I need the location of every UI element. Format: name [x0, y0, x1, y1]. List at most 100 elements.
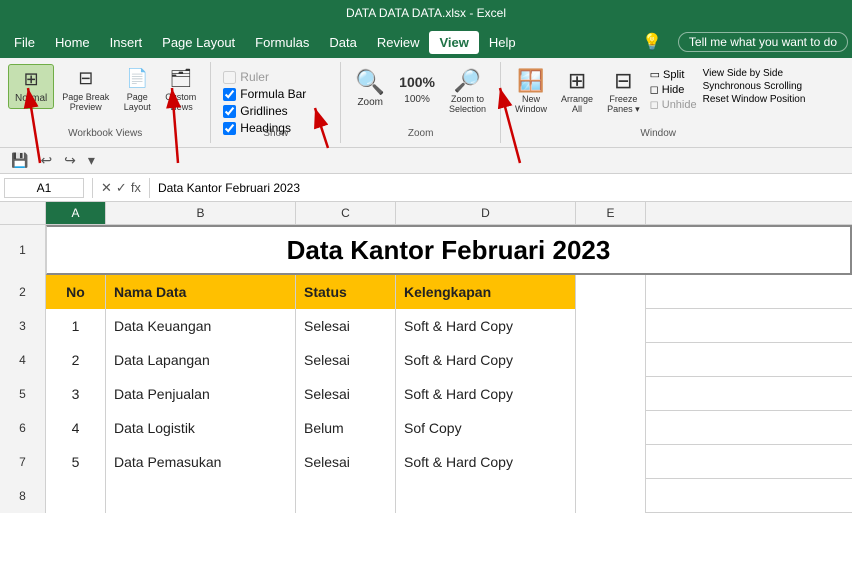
name-box[interactable] — [4, 178, 84, 198]
normal-button[interactable]: ⊞ Normal — [8, 64, 54, 109]
cell-a4[interactable]: 2 — [46, 343, 106, 377]
tell-me-box[interactable]: Tell me what you want to do — [678, 32, 848, 52]
menu-data[interactable]: Data — [319, 31, 366, 54]
page-layout-button[interactable]: 📄 PageLayout — [117, 64, 157, 116]
menu-home[interactable]: Home — [45, 31, 100, 54]
cell-c5[interactable]: Selesai — [296, 377, 396, 411]
formula-bar-check[interactable]: Formula Bar — [223, 87, 306, 101]
arrange-all-button[interactable]: ⊞ ArrangeAll — [555, 64, 599, 118]
zoom-selection-label: Zoom toSelection — [449, 94, 486, 114]
menu-review[interactable]: Review — [367, 31, 430, 54]
menu-page-layout[interactable]: Page Layout — [152, 31, 245, 54]
cell-c8[interactable] — [296, 479, 396, 513]
cell-a2[interactable]: No — [46, 275, 106, 309]
row-num-6: 6 — [0, 411, 46, 445]
zoom-label: Zoom — [408, 128, 434, 139]
cell-b6[interactable]: Data Logistik — [106, 411, 296, 445]
cell-b2[interactable]: Nama Data — [106, 275, 296, 309]
cell-e6[interactable] — [576, 411, 646, 445]
reset-window-button[interactable]: Reset Window Position — [703, 94, 806, 105]
formula-input[interactable] — [154, 179, 852, 197]
insert-function-button[interactable]: fx — [131, 180, 141, 196]
menu-file[interactable]: File — [4, 31, 45, 54]
freeze-panes-button[interactable]: ⊟ FreezePanes ▾ — [601, 64, 646, 119]
row-4: 4 2 Data Lapangan Selesai Soft & Hard Co… — [0, 343, 852, 377]
formula-bar-label: Formula Bar — [240, 87, 306, 101]
row-num-1: 1 — [0, 225, 46, 275]
cell-e5[interactable] — [576, 377, 646, 411]
col-header-d[interactable]: D — [396, 202, 576, 224]
confirm-formula-button[interactable]: ✓ — [116, 180, 127, 196]
cell-a5[interactable]: 3 — [46, 377, 106, 411]
cell-e8[interactable] — [576, 479, 646, 513]
cell-d2[interactable]: Kelengkapan — [396, 275, 576, 309]
ruler-check[interactable]: Ruler — [223, 70, 306, 84]
unhide-button[interactable]: ◻ Unhide — [650, 98, 697, 111]
cell-c4[interactable]: Selesai — [296, 343, 396, 377]
cell-b5[interactable]: Data Penjualan — [106, 377, 296, 411]
undo-button[interactable]: ↩ — [37, 151, 55, 170]
cell-c2[interactable]: Status — [296, 275, 396, 309]
zoom-button[interactable]: 🔍 Zoom — [349, 64, 391, 112]
col-header-b[interactable]: B — [106, 202, 296, 224]
col-header-e[interactable]: E — [576, 202, 646, 224]
ruler-checkbox[interactable] — [223, 71, 236, 84]
gridlines-checkbox[interactable] — [223, 105, 236, 118]
cell-a6[interactable]: 4 — [46, 411, 106, 445]
custom-views-label: CustomViews — [165, 92, 196, 112]
cell-d5[interactable]: Soft & Hard Copy — [396, 377, 576, 411]
cell-a8[interactable] — [46, 479, 106, 513]
headings-checkbox[interactable] — [223, 122, 236, 135]
cell-d3[interactable]: Soft & Hard Copy — [396, 309, 576, 343]
cell-a7[interactable]: 5 — [46, 445, 106, 479]
menu-view[interactable]: View — [429, 31, 478, 54]
custom-views-button[interactable]: 🗂 CustomViews — [159, 64, 202, 116]
customize-qa-button[interactable]: ▾ — [85, 151, 98, 170]
cell-d7[interactable]: Soft & Hard Copy — [396, 445, 576, 479]
cell-e4[interactable] — [576, 343, 646, 377]
split-button[interactable]: ▭ Split — [650, 68, 697, 81]
cell-b8[interactable] — [106, 479, 296, 513]
zoom-100-button[interactable]: 100% 100% — [393, 64, 441, 109]
gridlines-label: Gridlines — [240, 104, 287, 118]
row-5: 5 3 Data Penjualan Selesai Soft & Hard C… — [0, 377, 852, 411]
synchronous-button[interactable]: Synchronous Scrolling — [703, 81, 806, 92]
cell-d6[interactable]: Sof Copy — [396, 411, 576, 445]
merged-title-cell[interactable]: Data Kantor Februari 2023 — [46, 225, 852, 275]
tell-me-text: Tell me what you want to do — [689, 35, 837, 49]
formula-bar: ✕ ✓ fx — [0, 174, 852, 202]
redo-button[interactable]: ↪ — [61, 151, 79, 170]
gridlines-check[interactable]: Gridlines — [223, 104, 306, 118]
cancel-formula-button[interactable]: ✕ — [101, 180, 112, 196]
cell-d8[interactable] — [396, 479, 576, 513]
page-break-button[interactable]: ⊟ Page BreakPreview — [56, 64, 115, 116]
new-window-button[interactable]: 🪟 NewWindow — [509, 64, 553, 118]
cell-a3[interactable]: 1 — [46, 309, 106, 343]
custom-views-icon: 🗂 — [169, 68, 192, 90]
cell-e3[interactable] — [576, 309, 646, 343]
hide-button[interactable]: ◻ Hide — [650, 83, 697, 96]
cell-d4[interactable]: Soft & Hard Copy — [396, 343, 576, 377]
menu-insert[interactable]: Insert — [100, 31, 153, 54]
cell-b7[interactable]: Data Pemasukan — [106, 445, 296, 479]
view-side-button[interactable]: View Side by Side — [703, 68, 806, 79]
workbook-views-group: ⊞ Normal ⊟ Page BreakPreview 📄 PageLayou… — [0, 62, 211, 143]
formula-bar-checkbox[interactable] — [223, 88, 236, 101]
cell-e2[interactable] — [576, 275, 646, 309]
hide-icon: ◻ — [650, 83, 659, 96]
save-button[interactable]: 💾 — [8, 151, 31, 170]
col-header-c[interactable]: C — [296, 202, 396, 224]
cell-b4[interactable]: Data Lapangan — [106, 343, 296, 377]
cell-c6[interactable]: Belum — [296, 411, 396, 445]
zoom-selection-button[interactable]: 🔎 Zoom toSelection — [443, 64, 492, 118]
row-num-5: 5 — [0, 377, 46, 411]
col-header-a[interactable]: A — [46, 202, 106, 224]
cell-c3[interactable]: Selesai — [296, 309, 396, 343]
cell-b3[interactable]: Data Keuangan — [106, 309, 296, 343]
menu-formulas[interactable]: Formulas — [245, 31, 319, 54]
menu-help[interactable]: Help — [479, 31, 526, 54]
hide-label: Hide — [662, 84, 685, 96]
cell-e7[interactable] — [576, 445, 646, 479]
cell-c7[interactable]: Selesai — [296, 445, 396, 479]
window-label: Window — [640, 128, 676, 139]
